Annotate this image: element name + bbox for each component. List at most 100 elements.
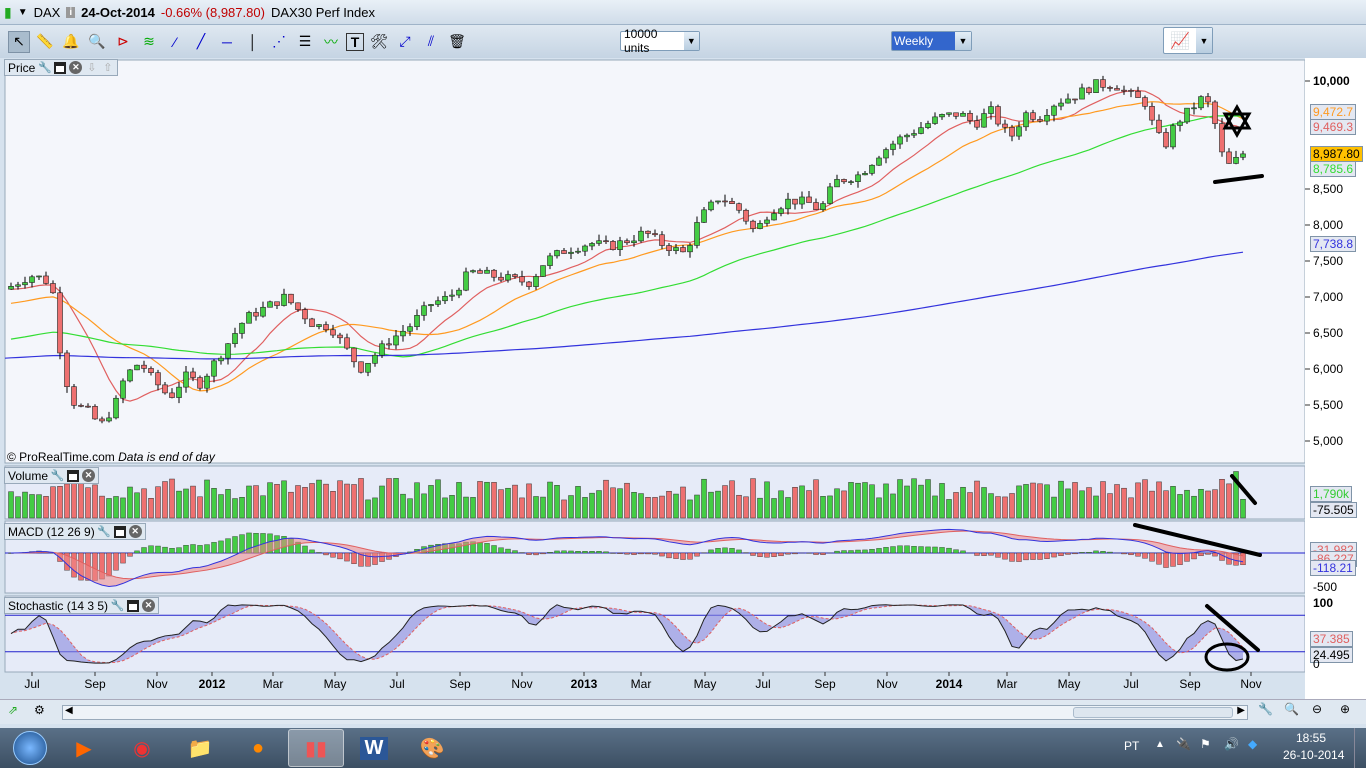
ruler-icon[interactable]: 📏	[34, 31, 56, 53]
candle-body	[155, 372, 161, 386]
indicators-button[interactable]: 📈 ▼	[1163, 27, 1213, 54]
volume-bar	[400, 493, 406, 519]
window-icon[interactable]	[54, 61, 67, 74]
timeframe-select[interactable]: Weekly ▼	[891, 31, 972, 51]
horizontal-line-icon[interactable]: ─	[216, 31, 238, 53]
scroll-right-icon[interactable]: ▶	[1237, 705, 1245, 716]
alert-bell-icon[interactable]: 🔔	[60, 31, 82, 53]
volume-bar	[162, 481, 168, 519]
chart-area[interactable]	[0, 58, 1366, 699]
wrench-icon[interactable]: 🔧	[111, 599, 125, 612]
symbol-dropdown-icon[interactable]: ▼	[18, 7, 28, 18]
candle-body	[316, 324, 322, 327]
candle-body	[820, 203, 826, 210]
candle-body	[239, 322, 245, 334]
volume-bar	[624, 482, 630, 519]
prorealtime-icon[interactable]: ▮▮	[288, 729, 344, 767]
volume-bar	[344, 483, 350, 519]
volume-bar	[1044, 484, 1050, 519]
candle-body	[1163, 132, 1169, 148]
volume-bar	[526, 483, 532, 519]
scrollbar-thumb[interactable]	[1073, 707, 1233, 718]
zoom-in-icon[interactable]: ⊕	[1340, 702, 1350, 716]
volume-bar	[8, 491, 14, 519]
parallel-line-icon[interactable]: ⫽	[420, 31, 442, 53]
close-icon[interactable]: ✕	[142, 599, 156, 612]
triangle-pattern-icon[interactable]: ⊳	[112, 31, 134, 53]
info-icon[interactable]: i	[66, 6, 76, 18]
macd-histogram-bar	[302, 545, 308, 554]
candle-body	[687, 245, 693, 253]
word-icon[interactable]: W	[346, 729, 402, 767]
window-icon[interactable]	[67, 469, 80, 482]
candle-body	[127, 369, 133, 382]
macd-histogram-bar	[981, 552, 987, 556]
firefox-icon[interactable]: ●	[230, 729, 286, 767]
tray-expand-icon[interactable]: ▲	[1155, 739, 1165, 750]
fan-icon[interactable]: ⋰	[268, 31, 290, 53]
instrument-name: DAX30 Perf Index	[270, 4, 375, 20]
candle-body	[113, 397, 119, 419]
language-indicator[interactable]: PT	[1124, 739, 1139, 753]
dropbox-icon[interactable]: ◆	[1248, 737, 1257, 751]
flag-icon[interactable]: ⚑	[1200, 737, 1211, 751]
media-player-icon[interactable]: ▶	[56, 729, 112, 767]
clock-date[interactable]: 26-10-2014	[1283, 748, 1344, 762]
clock-time[interactable]: 18:55	[1296, 731, 1326, 745]
scale-icon[interactable]: ⇗	[8, 703, 18, 717]
volume-bar	[43, 496, 49, 519]
window-icon[interactable]	[127, 599, 140, 612]
zoom-magnifier-icon[interactable]: 🔍	[86, 31, 108, 53]
chart-settings-icon[interactable]: 🔧	[1258, 702, 1273, 716]
units-select[interactable]: 10000 units ▼	[620, 27, 700, 55]
wrench-icon[interactable]: 🔧	[51, 469, 65, 482]
fibonacci-icon[interactable]: ☰	[294, 31, 316, 53]
power-icon[interactable]: 🔌	[1176, 737, 1191, 751]
candle-body	[414, 315, 420, 327]
line-icon[interactable]: ╱	[190, 31, 212, 53]
scroll-left-icon[interactable]: ◀	[65, 705, 73, 716]
trend-channel-icon[interactable]: 〰	[320, 31, 342, 53]
zoom-fit-icon[interactable]: 🔍	[1284, 702, 1299, 716]
resize-icon[interactable]: ⤢	[394, 31, 416, 53]
horizontal-scrollbar[interactable]: ◀ ▶	[62, 705, 1248, 720]
chevron-down-icon: ▼	[683, 32, 699, 50]
pointer-icon[interactable]: ↖	[8, 30, 30, 53]
paint-icon[interactable]: 🎨	[404, 729, 460, 767]
macd-histogram-bar	[526, 552, 532, 555]
settings-icon[interactable]: ⚙	[34, 703, 45, 717]
trash-icon[interactable]: 🗑	[446, 31, 468, 53]
show-desktop-button[interactable]	[1354, 728, 1366, 768]
move-down-icon[interactable]: ⇩	[85, 61, 98, 74]
explorer-icon[interactable]: 📁	[172, 729, 228, 767]
macd-histogram-bar	[1058, 552, 1064, 556]
candle-body	[512, 274, 518, 277]
window-icon[interactable]	[113, 525, 126, 538]
volume-icon[interactable]: 🔊	[1224, 737, 1239, 751]
volume-bar	[792, 487, 798, 519]
volume-bar	[64, 483, 70, 519]
text-icon[interactable]: T	[346, 32, 364, 51]
wrench-icon[interactable]: 🔧	[97, 525, 111, 538]
candle-body	[71, 386, 77, 406]
vertical-line-icon[interactable]: │	[242, 31, 264, 53]
move-up-icon[interactable]: ⇧	[101, 61, 114, 74]
volume-bar	[848, 482, 854, 519]
start-button[interactable]	[6, 729, 54, 767]
close-icon[interactable]: ✕	[82, 469, 96, 482]
close-icon[interactable]: ✕	[128, 525, 142, 538]
symbol[interactable]: DAX	[34, 5, 61, 20]
volume-bar	[561, 499, 567, 519]
channel-icon[interactable]: ≋	[138, 31, 160, 53]
volume-bar	[148, 498, 154, 519]
chrome-icon[interactable]: ◉	[114, 729, 170, 767]
wrench-icon[interactable]: 🔧	[38, 61, 52, 74]
macd-histogram-bar	[925, 546, 931, 554]
close-icon[interactable]: ✕	[69, 61, 83, 74]
volume-bar	[638, 493, 644, 519]
zoom-out-icon[interactable]: ⊖	[1312, 702, 1322, 716]
candle-body	[568, 251, 574, 254]
segment-icon[interactable]: ⁄	[164, 31, 186, 53]
volume-bar	[379, 485, 385, 519]
tools-icon[interactable]: 🛠	[368, 31, 390, 53]
